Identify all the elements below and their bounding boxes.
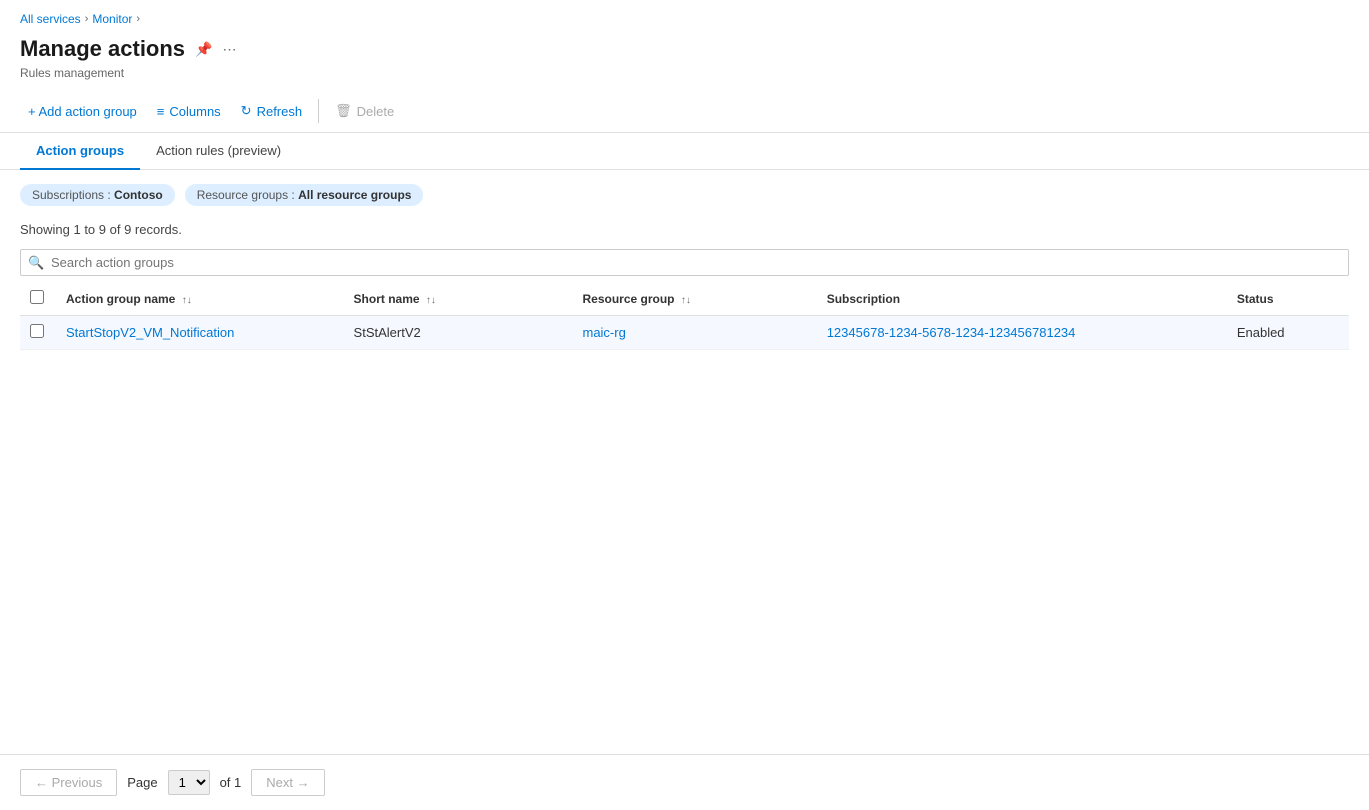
pagination: ← Previous Page 1 of 1 Next →: [0, 754, 1369, 810]
short-name-cell: StStAlertV2: [344, 316, 573, 350]
next-button[interactable]: Next →: [251, 769, 324, 796]
refresh-icon: ↻: [241, 103, 252, 119]
columns-icon: ≡: [157, 104, 165, 119]
col-header-short-name[interactable]: Short name ↑↓: [344, 282, 573, 316]
delete-button[interactable]: 🗑 Delete: [327, 98, 402, 124]
table-row: StartStopV2_VM_Notification StStAlertV2 …: [20, 316, 1349, 350]
refresh-button[interactable]: ↻ Refresh: [233, 98, 310, 124]
tab-action-groups[interactable]: Action groups: [20, 133, 140, 170]
search-icon: 🔍: [28, 255, 44, 271]
search-bar: 🔍: [20, 249, 1349, 276]
action-group-name-link[interactable]: StartStopV2_VM_Notification: [66, 325, 234, 340]
select-all-checkbox[interactable]: [30, 290, 44, 304]
subscription-cell: 12345678-1234-5678-1234-123456781234: [817, 316, 1227, 350]
resource-group-link[interactable]: maic-rg: [582, 325, 625, 340]
tab-action-rules[interactable]: Action rules (preview): [140, 133, 297, 170]
page-header: Manage actions 📌 ⋯: [0, 30, 1369, 66]
breadcrumb: All services › Monitor ›: [0, 0, 1369, 30]
sort-icon-short: ↑↓: [426, 295, 436, 306]
table-header-row: Action group name ↑↓ Short name ↑↓ Resou…: [20, 282, 1349, 316]
select-all-header[interactable]: [20, 282, 56, 316]
page-title: Manage actions: [20, 36, 185, 62]
col-header-status: Status: [1227, 282, 1349, 316]
page-select[interactable]: 1: [168, 770, 210, 795]
pin-icon[interactable]: 📌: [195, 41, 212, 58]
col-header-resource-group[interactable]: Resource group ↑↓: [572, 282, 816, 316]
add-action-group-button[interactable]: + Add action group: [20, 99, 145, 124]
more-options-icon[interactable]: ⋯: [222, 41, 236, 58]
col-header-name[interactable]: Action group name ↑↓: [56, 282, 344, 316]
action-group-name-cell: StartStopV2_VM_Notification: [56, 316, 344, 350]
subscription-link[interactable]: 12345678-1234-5678-1234-123456781234: [827, 325, 1076, 340]
toolbar: + Add action group ≡ Columns ↻ Refresh 🗑…: [0, 90, 1369, 133]
previous-button[interactable]: ← Previous: [20, 769, 117, 796]
status-cell: Enabled: [1227, 316, 1349, 350]
tabs: Action groups Action rules (preview): [0, 133, 1369, 170]
resource-group-cell: maic-rg: [572, 316, 816, 350]
breadcrumb-all-services[interactable]: All services: [20, 12, 81, 26]
delete-icon: 🗑: [335, 103, 352, 119]
row-checkbox[interactable]: [30, 324, 44, 338]
row-checkbox-cell[interactable]: [20, 316, 56, 350]
subscription-filter[interactable]: Subscriptions : Contoso: [20, 184, 175, 206]
col-header-subscription: Subscription: [817, 282, 1227, 316]
table-container: Action group name ↑↓ Short name ↑↓ Resou…: [0, 282, 1369, 350]
sort-icon-rg: ↑↓: [681, 295, 691, 306]
search-input[interactable]: [20, 249, 1349, 276]
sort-icon-name: ↑↓: [182, 295, 192, 306]
records-info: Showing 1 to 9 of 9 records.: [0, 212, 1369, 243]
action-groups-table: Action group name ↑↓ Short name ↑↓ Resou…: [20, 282, 1349, 350]
toolbar-divider: [318, 99, 319, 123]
breadcrumb-monitor[interactable]: Monitor: [92, 12, 132, 26]
filters: Subscriptions : Contoso Resource groups …: [0, 170, 1369, 212]
columns-button[interactable]: ≡ Columns: [149, 99, 229, 124]
page-subtitle: Rules management: [0, 66, 1369, 90]
resource-group-filter[interactable]: Resource groups : All resource groups: [185, 184, 424, 206]
